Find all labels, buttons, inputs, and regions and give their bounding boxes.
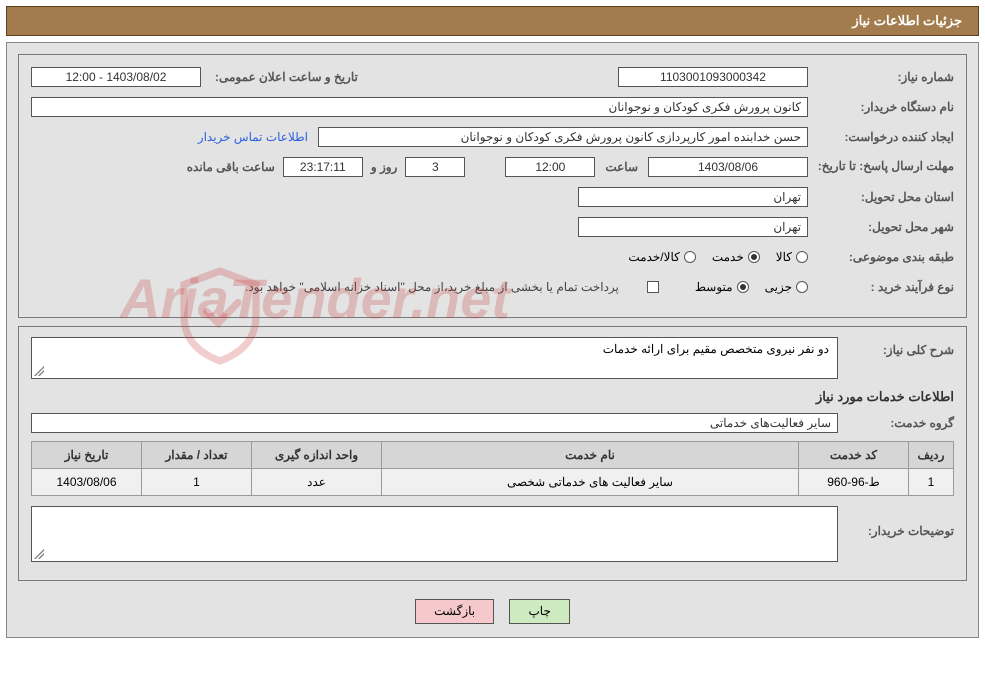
- deadline-date-field: 1403/08/06: [648, 157, 808, 177]
- announce-field: 1403/08/02 - 12:00: [31, 67, 201, 87]
- city-field: تهران: [578, 217, 808, 237]
- cell-code: ط-96-960: [799, 469, 909, 496]
- th-date: تاریخ نیاز: [32, 442, 142, 469]
- city-label: شهر محل تحویل:: [814, 220, 954, 234]
- th-qty: تعداد / مقدار: [142, 442, 252, 469]
- radio-partial-label: جزیی: [765, 280, 792, 294]
- cell-idx: 1: [909, 469, 954, 496]
- radio-icon: [684, 251, 696, 263]
- main-frame: شماره نیاز: 1103001093000342 تاریخ و ساع…: [6, 42, 979, 638]
- row-city: شهر محل تحویل: تهران: [31, 215, 954, 239]
- buyer-notes-textarea[interactable]: [31, 506, 838, 562]
- summary-textarea[interactable]: دو نفر نیروی متخصص مقیم برای ارائه خدمات: [31, 337, 838, 379]
- days-field: 3: [405, 157, 465, 177]
- row-category: طبقه بندی موضوعی: کالا خدمت کالا/خدمت: [31, 245, 954, 269]
- radio-goods[interactable]: کالا: [776, 250, 808, 264]
- category-label: طبقه بندی موضوعی:: [814, 250, 954, 264]
- row-creator: ایجاد کننده درخواست: حسن خدابنده امور کا…: [31, 125, 954, 149]
- row-process: نوع فرآیند خرید : جزیی متوسط پرداخت تمام…: [31, 275, 954, 299]
- row-buyer-org: نام دستگاه خریدار: کانون پرورش فکری کودک…: [31, 95, 954, 119]
- process-label: نوع فرآیند خرید :: [814, 280, 954, 294]
- req-number-field: 1103001093000342: [618, 67, 808, 87]
- service-group-field: سایر فعالیت‌های خدماتی: [31, 413, 838, 433]
- print-button[interactable]: چاپ: [509, 599, 569, 624]
- req-number-label: شماره نیاز:: [814, 70, 954, 84]
- cell-date: 1403/08/06: [32, 469, 142, 496]
- payment-checkbox[interactable]: [647, 281, 659, 293]
- description-section: شرح کلی نیاز: دو نفر نیروی متخصص مقیم بر…: [18, 326, 967, 581]
- buyer-org-label: نام دستگاه خریدار:: [814, 100, 954, 114]
- time-label: ساعت: [605, 160, 638, 174]
- th-unit: واحد اندازه گیری: [252, 442, 382, 469]
- deadline-time-field: 12:00: [505, 157, 595, 177]
- buyer-notes-label: توضیحات خریدار:: [844, 506, 954, 538]
- resize-handle-icon: [34, 549, 44, 559]
- announce-label: تاریخ و ساعت اعلان عمومی:: [215, 70, 358, 84]
- details-section: شماره نیاز: 1103001093000342 تاریخ و ساع…: [18, 54, 967, 318]
- services-table: ردیف کد خدمت نام خدمت واحد اندازه گیری ت…: [31, 441, 954, 496]
- row-service-group: گروه خدمت: سایر فعالیت‌های خدماتی: [31, 411, 954, 435]
- countdown-field: 23:17:11: [283, 157, 363, 177]
- resize-handle-icon: [34, 366, 44, 376]
- cell-unit: عدد: [252, 469, 382, 496]
- buyer-contact-link[interactable]: اطلاعات تماس خریدار: [198, 130, 308, 144]
- services-title: اطلاعات خدمات مورد نیاز: [31, 389, 954, 405]
- cell-qty: 1: [142, 469, 252, 496]
- radio-service-label: خدمت: [712, 250, 744, 264]
- row-req-number: شماره نیاز: 1103001093000342 تاریخ و ساع…: [31, 65, 954, 89]
- row-province: استان محل تحویل: تهران: [31, 185, 954, 209]
- cell-name: سایر فعالیت های خدماتی شخصی: [382, 469, 799, 496]
- radio-goods-label: کالا: [776, 250, 792, 264]
- creator-label: ایجاد کننده درخواست:: [814, 130, 954, 144]
- summary-text: دو نفر نیروی متخصص مقیم برای ارائه خدمات: [603, 342, 829, 356]
- button-bar: چاپ بازگشت: [10, 589, 975, 634]
- th-name: نام خدمت: [382, 442, 799, 469]
- radio-medium-label: متوسط: [695, 280, 733, 294]
- radio-icon: [737, 281, 749, 293]
- radio-goods-service[interactable]: کالا/خدمت: [628, 250, 695, 264]
- radio-partial[interactable]: جزیی: [765, 280, 808, 294]
- row-deadline: مهلت ارسال پاسخ: تا تاریخ: 1403/08/06 سا…: [31, 155, 954, 179]
- province-label: استان محل تحویل:: [814, 190, 954, 204]
- service-group-label: گروه خدمت:: [844, 416, 954, 430]
- th-idx: ردیف: [909, 442, 954, 469]
- creator-field: حسن خدابنده امور کارپردازی کانون پرورش ف…: [318, 127, 808, 147]
- radio-icon: [748, 251, 760, 263]
- radio-icon: [796, 251, 808, 263]
- province-field: تهران: [578, 187, 808, 207]
- buyer-org-field: کانون پرورش فکری کودکان و نوجوانان: [31, 97, 808, 117]
- page-header: جزئیات اطلاعات نیاز: [6, 6, 979, 36]
- checkbox-icon: [647, 281, 659, 293]
- row-buyer-notes: توضیحات خریدار:: [31, 506, 954, 562]
- deadline-label: مهلت ارسال پاسخ: تا تاریخ:: [814, 159, 954, 175]
- table-header-row: ردیف کد خدمت نام خدمت واحد اندازه گیری ت…: [32, 442, 954, 469]
- th-code: کد خدمت: [799, 442, 909, 469]
- days-and-label: روز و: [371, 160, 398, 174]
- radio-icon: [796, 281, 808, 293]
- payment-note: پرداخت تمام یا بخشی از مبلغ خرید،از محل …: [245, 280, 619, 294]
- row-summary: شرح کلی نیاز: دو نفر نیروی متخصص مقیم بر…: [31, 337, 954, 379]
- remaining-label: ساعت باقی مانده: [187, 160, 275, 174]
- radio-goods-service-label: کالا/خدمت: [628, 250, 679, 264]
- back-button[interactable]: بازگشت: [415, 599, 494, 624]
- radio-service[interactable]: خدمت: [712, 250, 760, 264]
- summary-label: شرح کلی نیاز:: [844, 337, 954, 357]
- table-row: 1 ط-96-960 سایر فعالیت های خدماتی شخصی ع…: [32, 469, 954, 496]
- page-title: جزئیات اطلاعات نیاز: [852, 13, 962, 28]
- radio-medium[interactable]: متوسط: [695, 280, 749, 294]
